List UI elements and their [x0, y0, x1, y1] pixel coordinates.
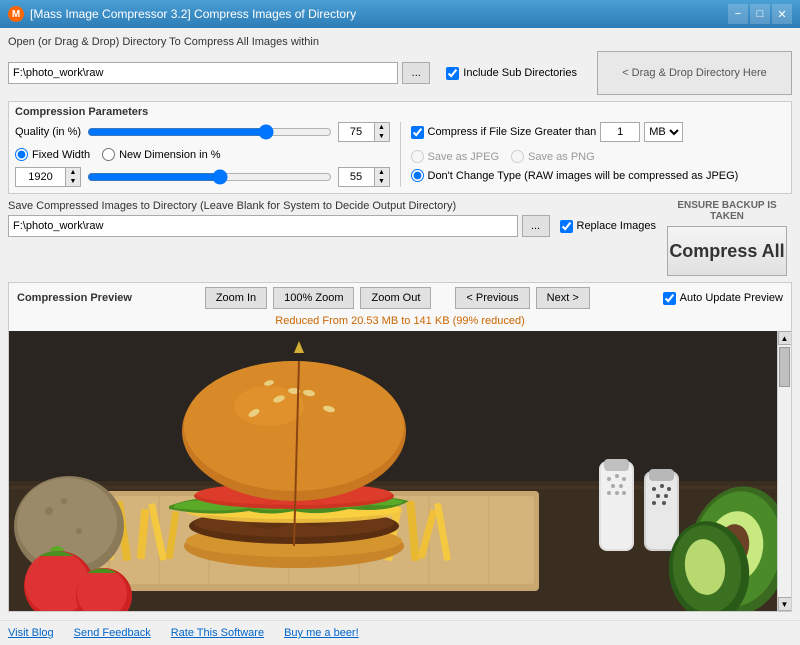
save-directory-section: Save Compressed Images to Directory (Lea…	[8, 200, 656, 237]
preview-section: Compression Preview Zoom In 100% Zoom Zo…	[8, 282, 792, 612]
preview-scrollbar[interactable]: ▲ ▼	[777, 331, 791, 611]
close-button[interactable]: ✕	[772, 4, 792, 24]
save-png-label[interactable]: Save as PNG	[511, 150, 595, 163]
quality-slider[interactable]	[87, 124, 331, 140]
preview-image	[9, 331, 791, 611]
dimension-row: ▲ ▼ ▲ ▼	[15, 167, 390, 187]
dont-change-type-label[interactable]: Don't Change Type (RAW images will be co…	[411, 169, 786, 182]
save-directory-label: Save Compressed Images to Directory (Lea…	[8, 200, 656, 212]
dont-change-type-radio[interactable]	[411, 169, 424, 182]
next-button[interactable]: Next >	[536, 287, 590, 309]
title-bar: M [Mass Image Compressor 3.2] Compress I…	[0, 0, 800, 28]
zoom-out-button[interactable]: Zoom Out	[360, 287, 431, 309]
fixed-width-down-button[interactable]: ▼	[66, 177, 80, 186]
footer: Visit Blog Send Feedback Rate This Softw…	[0, 620, 800, 645]
quality-label: Quality (in %)	[15, 126, 81, 138]
scrollbar-down-arrow[interactable]: ▼	[778, 597, 792, 611]
dimension-percent-up-button[interactable]: ▲	[375, 168, 389, 177]
dimension-slider[interactable]	[87, 169, 332, 185]
dimension-percent-input[interactable]	[338, 167, 374, 187]
preview-label: Compression Preview	[17, 292, 132, 304]
compress-all-button[interactable]: Compress All	[667, 226, 787, 276]
directory-input[interactable]	[8, 62, 398, 84]
rate-software-link[interactable]: Rate This Software	[171, 627, 264, 639]
scrollbar-up-arrow[interactable]: ▲	[778, 331, 792, 345]
save-jpeg-radio[interactable]	[411, 150, 424, 163]
fixed-width-radio[interactable]	[15, 148, 28, 161]
save-type-row: Save as JPEG Save as PNG	[411, 150, 786, 163]
quality-row: Quality (in %) ▲ ▼	[15, 122, 390, 142]
previous-button[interactable]: < Previous	[455, 287, 529, 309]
visit-blog-link[interactable]: Visit Blog	[8, 627, 54, 639]
preview-header: Compression Preview Zoom In 100% Zoom Zo…	[9, 283, 791, 313]
fixed-width-up-button[interactable]: ▲	[66, 168, 80, 177]
dimension-percent-spinbox: ▲ ▼	[338, 167, 390, 187]
buy-beer-link[interactable]: Buy me a beer!	[284, 627, 359, 639]
save-directory-input[interactable]	[8, 215, 518, 237]
save-png-radio[interactable]	[511, 150, 524, 163]
quality-spinbox: ▲ ▼	[338, 122, 390, 142]
quality-value-input[interactable]	[338, 122, 374, 142]
save-compress-row: Save Compressed Images to Directory (Lea…	[8, 200, 792, 276]
filesize-checkbox[interactable]	[411, 126, 424, 139]
app-icon: M	[8, 6, 24, 22]
quality-down-button[interactable]: ▼	[375, 132, 389, 141]
auto-update-label: Auto Update Preview	[680, 292, 783, 304]
auto-update-row: Auto Update Preview	[663, 292, 783, 305]
browse-button[interactable]: ...	[402, 62, 430, 84]
drag-drop-area[interactable]: < Drag & Drop Directory Here	[597, 51, 792, 95]
save-browse-button[interactable]: ...	[522, 215, 550, 237]
new-dimension-radio[interactable]	[102, 148, 115, 161]
preview-info: Reduced From 20.53 MB to 141 KB (99% red…	[9, 313, 791, 331]
compression-params-section: Compression Parameters Quality (in %) ▲ …	[8, 101, 792, 194]
fixed-width-spinbox: ▲ ▼	[15, 167, 81, 187]
minimize-button[interactable]: −	[728, 4, 748, 24]
filesize-input[interactable]	[600, 122, 640, 142]
ensure-backup-label: ENSURE BACKUP IS TAKEN	[662, 200, 792, 222]
dimension-percent-down-button[interactable]: ▼	[375, 177, 389, 186]
title-bar-text: [Mass Image Compressor 3.2] Compress Ima…	[30, 7, 728, 21]
fixed-width-radio-label[interactable]: Fixed Width	[15, 148, 90, 161]
send-feedback-link[interactable]: Send Feedback	[74, 627, 151, 639]
save-jpeg-label[interactable]: Save as JPEG	[411, 150, 500, 163]
quality-up-button[interactable]: ▲	[375, 123, 389, 132]
zoom-in-button[interactable]: Zoom In	[205, 287, 267, 309]
include-subdirs-checkbox[interactable]	[446, 67, 459, 80]
directory-section: Open (or Drag & Drop) Directory To Compr…	[8, 36, 792, 95]
filesize-row: Compress if File Size Greater than MB KB…	[411, 122, 786, 142]
compress-all-section: ENSURE BACKUP IS TAKEN Compress All	[662, 200, 792, 276]
scrollbar-track[interactable]	[778, 345, 791, 597]
replace-images-checkbox[interactable]	[560, 220, 573, 233]
filesize-unit-select[interactable]: MB KB GB	[644, 122, 683, 142]
dimension-type-row: Fixed Width New Dimension in %	[15, 148, 390, 161]
title-bar-controls: − □ ✕	[728, 4, 792, 24]
directory-label: Open (or Drag & Drop) Directory To Compr…	[8, 36, 792, 48]
maximize-button[interactable]: □	[750, 4, 770, 24]
main-content: Open (or Drag & Drop) Directory To Compr…	[0, 28, 800, 620]
compression-params-label: Compression Parameters	[15, 106, 785, 118]
auto-update-checkbox[interactable]	[663, 292, 676, 305]
new-dimension-radio-label[interactable]: New Dimension in %	[102, 148, 220, 161]
scrollbar-thumb[interactable]	[779, 347, 790, 387]
zoom-100-button[interactable]: 100% Zoom	[273, 287, 354, 309]
preview-image-container: ▲ ▼	[9, 331, 791, 611]
replace-images-label[interactable]: Replace Images	[560, 220, 657, 233]
fixed-width-input[interactable]	[15, 167, 65, 187]
include-subdirs-label[interactable]: Include Sub Directories	[446, 67, 577, 80]
